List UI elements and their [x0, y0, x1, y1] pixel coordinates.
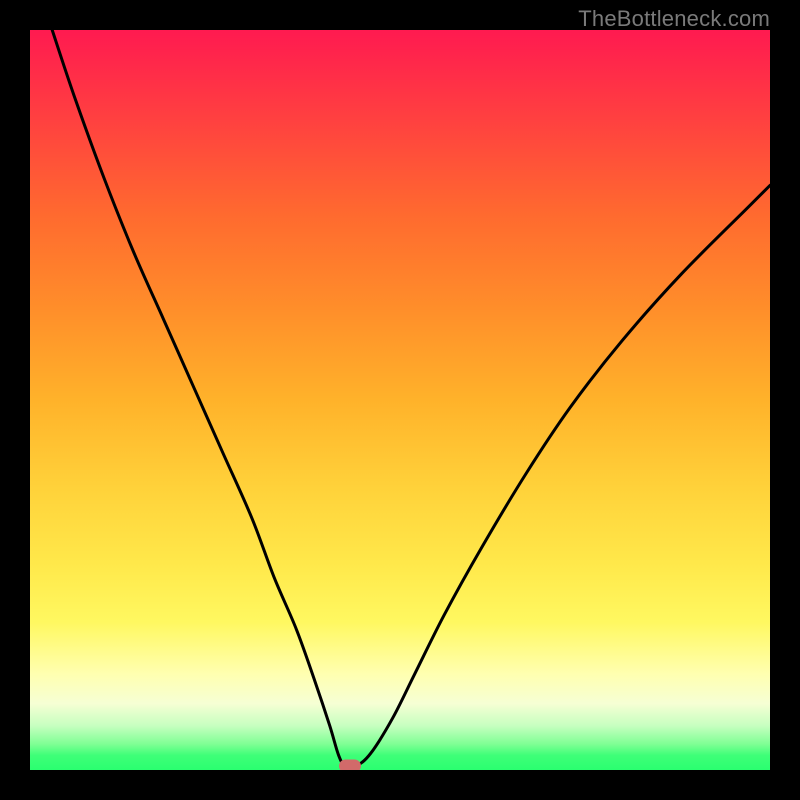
optimal-marker — [339, 759, 361, 770]
plot-area — [30, 30, 770, 770]
watermark-text: TheBottleneck.com — [578, 6, 770, 32]
bottleneck-curve — [30, 30, 770, 770]
chart-frame: TheBottleneck.com — [0, 0, 800, 800]
